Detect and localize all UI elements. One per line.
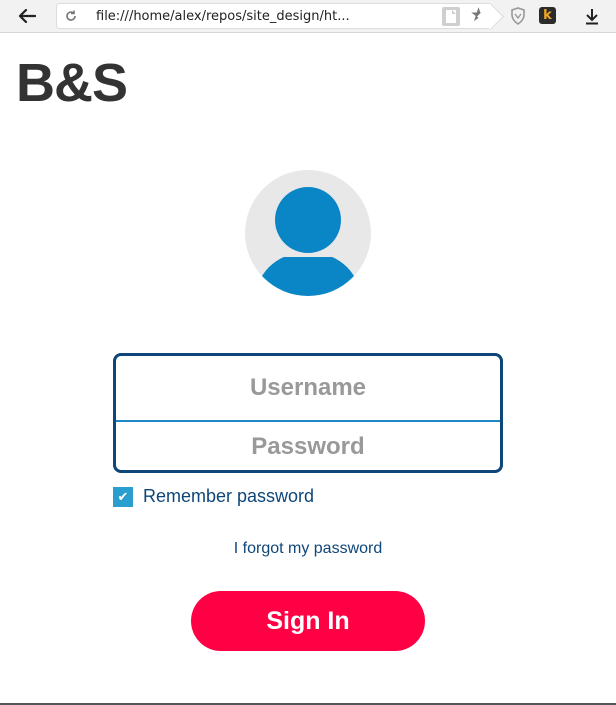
- back-arrow-icon[interactable]: [14, 5, 40, 27]
- user-avatar-icon: [245, 170, 371, 296]
- remember-checkbox[interactable]: ✔: [113, 486, 133, 507]
- url-text[interactable]: file:///home/alex/repos/site_design/ht..…: [96, 9, 350, 24]
- password-input[interactable]: [116, 422, 500, 470]
- site-logo: B&S: [16, 53, 128, 113]
- extension-icon[interactable]: k: [539, 7, 556, 24]
- download-icon[interactable]: [584, 8, 600, 25]
- login-form: [113, 353, 503, 473]
- browser-toolbar: file:///home/alex/repos/site_design/ht..…: [0, 0, 616, 33]
- forgot-password-link[interactable]: I forgot my password: [0, 540, 616, 558]
- sign-in-button[interactable]: Sign In: [191, 591, 425, 651]
- star-icon[interactable]: ★: [470, 6, 487, 26]
- shield-icon[interactable]: [510, 7, 526, 25]
- remember-label[interactable]: Remember password: [143, 486, 314, 507]
- address-bar[interactable]: file:///home/alex/repos/site_design/ht..…: [56, 3, 492, 29]
- remember-password-option[interactable]: ✔ Remember password: [113, 486, 314, 507]
- username-input[interactable]: [116, 356, 500, 422]
- reload-icon[interactable]: [64, 9, 78, 23]
- page-icon[interactable]: [442, 7, 460, 26]
